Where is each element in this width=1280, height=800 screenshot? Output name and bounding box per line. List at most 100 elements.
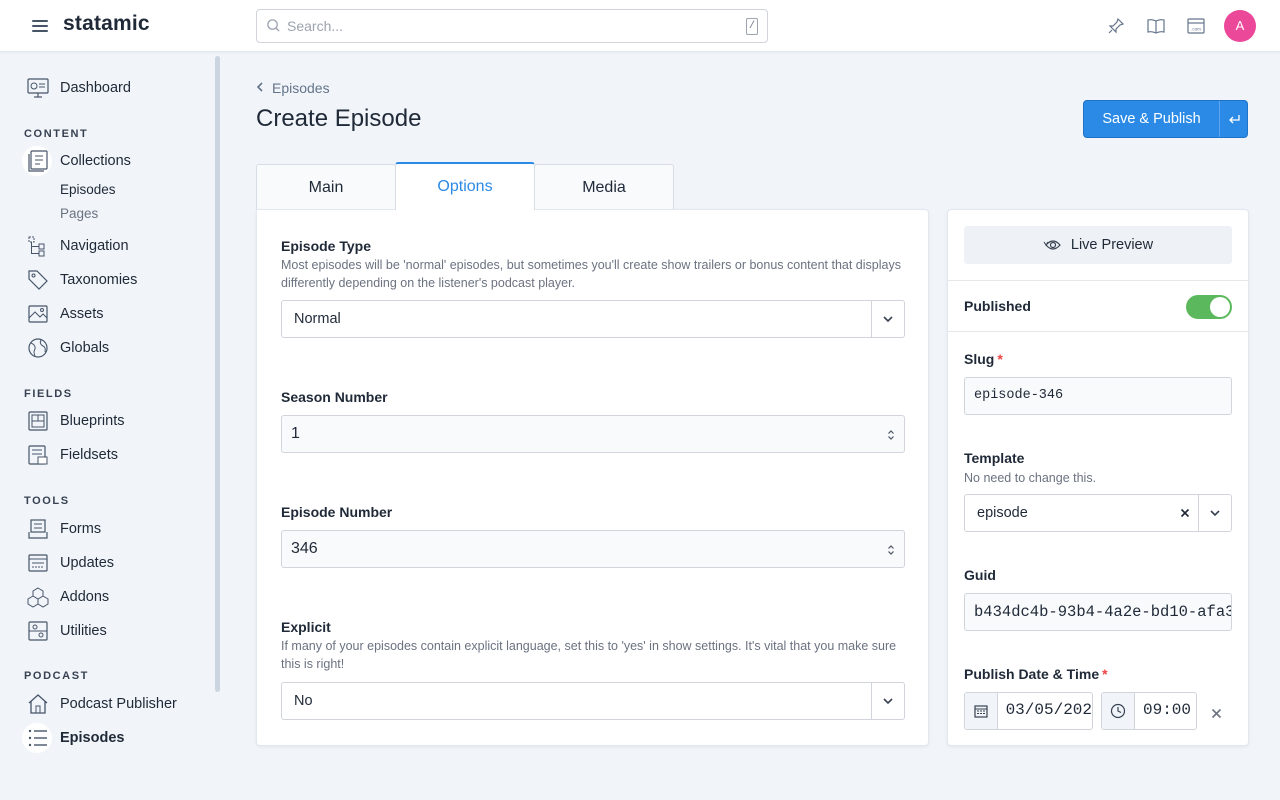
template-select[interactable]: episode [964, 494, 1232, 532]
input-value: b434dc4b-93b4-4a2e-bd10-afa3 [974, 603, 1232, 621]
top-bar: statamic / .com A [0, 0, 1280, 52]
tab-options[interactable]: Options [395, 162, 535, 210]
sidebar-item-taxonomies[interactable]: Taxonomies [26, 268, 137, 292]
pin-icon[interactable] [1106, 16, 1126, 36]
input-value: episode-346 [974, 388, 1064, 403]
explicit-label: Explicit [281, 619, 331, 635]
clock-icon[interactable] [1102, 693, 1135, 729]
sidebar-item-podcast-publisher[interactable]: Podcast Publisher [26, 692, 177, 716]
published-label: Published [964, 298, 1031, 314]
save-publish-button-group: Save & Publish [1083, 100, 1248, 138]
template-label: Template [964, 450, 1025, 466]
sidebar-item-label: Taxonomies [60, 272, 138, 288]
sidebar-item-forms[interactable]: Forms [26, 517, 101, 541]
navigation-icon [26, 234, 50, 258]
quick-save-icon[interactable] [1220, 101, 1247, 137]
addons-icon [26, 585, 50, 609]
sidebar-item-assets[interactable]: Assets [26, 302, 104, 326]
divider [948, 280, 1248, 281]
toggle-knob [1210, 297, 1230, 317]
sidebar-item-label: Globals [60, 340, 110, 356]
explicit-help: If many of your episodes contain explici… [281, 639, 897, 671]
section-heading-podcast: PODCAST [24, 670, 89, 682]
sidebar-item-label: Navigation [60, 238, 129, 254]
search-shortcut-key: / [746, 18, 758, 35]
sidebar-subitem-pages[interactable]: Pages [60, 206, 98, 221]
episode-number-label: Episode Number [281, 504, 393, 520]
save-publish-button[interactable]: Save & Publish [1084, 101, 1219, 137]
sidebar-item-label: Podcast Publisher [60, 696, 177, 712]
blueprint-icon [26, 409, 50, 433]
tab-main[interactable]: Main [256, 164, 396, 210]
episode-number-input[interactable]: 346 [281, 530, 905, 568]
site-icon[interactable]: .com [1186, 16, 1206, 36]
sidebar-subitem-episodes[interactable]: Episodes [60, 182, 116, 197]
sidebar-item-utilities[interactable]: Utilities [26, 619, 107, 643]
publish-date-label: Publish Date & Time * [964, 666, 1108, 682]
sidebar-item-podcast-episodes[interactable]: Episodes [26, 726, 124, 750]
chevron-down-icon[interactable] [871, 683, 904, 719]
live-preview-icon [1043, 236, 1063, 254]
episode-type-select[interactable]: Normal [281, 300, 905, 338]
stepper-icon[interactable] [887, 543, 895, 561]
slug-label: Slug * [964, 351, 1003, 367]
tab-media[interactable]: Media [534, 164, 674, 210]
sidebar-item-collections[interactable]: Collections [26, 149, 131, 173]
season-number-label: Season Number [281, 389, 388, 405]
time-value: 09:00 [1143, 701, 1192, 719]
breadcrumb-label: Episodes [272, 80, 330, 96]
live-preview-button[interactable]: Live Preview [964, 226, 1232, 264]
sidebar-item-updates[interactable]: Updates [26, 551, 114, 575]
search-box[interactable]: / [256, 9, 768, 43]
sidebar-scrollbar[interactable] [215, 56, 220, 692]
search-input[interactable] [287, 16, 727, 36]
chevron-down-icon[interactable] [1198, 495, 1231, 531]
section-heading-tools: TOOLS [24, 495, 70, 507]
menu-toggle-icon[interactable] [32, 20, 48, 32]
clear-icon[interactable] [1179, 506, 1191, 524]
guid-label: Guid [964, 567, 996, 583]
sidebar-item-blueprints[interactable]: Blueprints [26, 409, 124, 433]
sidebar-item-dashboard[interactable]: Dashboard [26, 76, 131, 100]
required-marker: * [1102, 666, 1108, 682]
avatar[interactable]: A [1224, 10, 1256, 42]
date-input[interactable]: 03/05/202 [964, 692, 1093, 730]
sidebar-item-addons[interactable]: Addons [26, 585, 109, 609]
utilities-icon [26, 619, 50, 643]
template-help: No need to change this. [964, 471, 1097, 485]
clear-date-icon[interactable] [1211, 706, 1222, 724]
select-value: Normal [294, 311, 341, 327]
stepper-icon[interactable] [887, 428, 895, 446]
explicit-select[interactable]: No [281, 682, 905, 720]
dashboard-icon [26, 76, 50, 100]
tag-icon [26, 268, 50, 292]
sidebar-item-label: Dashboard [60, 80, 131, 96]
book-icon[interactable] [1146, 16, 1166, 36]
chevron-down-icon[interactable] [871, 301, 904, 337]
sidebar-item-label: Assets [60, 306, 104, 322]
sidebar-item-navigation[interactable]: Navigation [26, 234, 129, 258]
section-heading-content: CONTENT [24, 128, 89, 140]
select-value: episode [977, 505, 1028, 521]
sidebar-item-label: Fieldsets [60, 447, 119, 463]
published-toggle[interactable] [1186, 295, 1232, 319]
guid-input[interactable]: b434dc4b-93b4-4a2e-bd10-afa3 [964, 593, 1232, 631]
sidebar-item-label: Forms [60, 521, 102, 537]
search-icon [266, 18, 281, 38]
divider [948, 331, 1248, 332]
breadcrumb[interactable]: Episodes [256, 80, 330, 96]
sidebar-item-label: Collections [60, 153, 131, 169]
season-number-input[interactable]: 1 [281, 415, 905, 453]
chevron-left-icon [256, 80, 264, 96]
options-panel: Episode Type Most episodes will be 'norm… [256, 209, 929, 746]
input-value: 1 [291, 425, 300, 442]
sidebar-item-globals[interactable]: Globals [26, 336, 109, 360]
globe-icon [26, 336, 50, 360]
sidebar-item-fieldsets[interactable]: Fieldsets [26, 443, 118, 467]
slug-input[interactable]: episode-346 [964, 377, 1232, 415]
calendar-icon[interactable] [965, 693, 998, 729]
brand-logo[interactable]: statamic [63, 12, 150, 36]
home-icon [26, 692, 50, 716]
page-title: Create Episode [256, 105, 422, 132]
time-input[interactable]: 09:00 [1101, 692, 1197, 730]
